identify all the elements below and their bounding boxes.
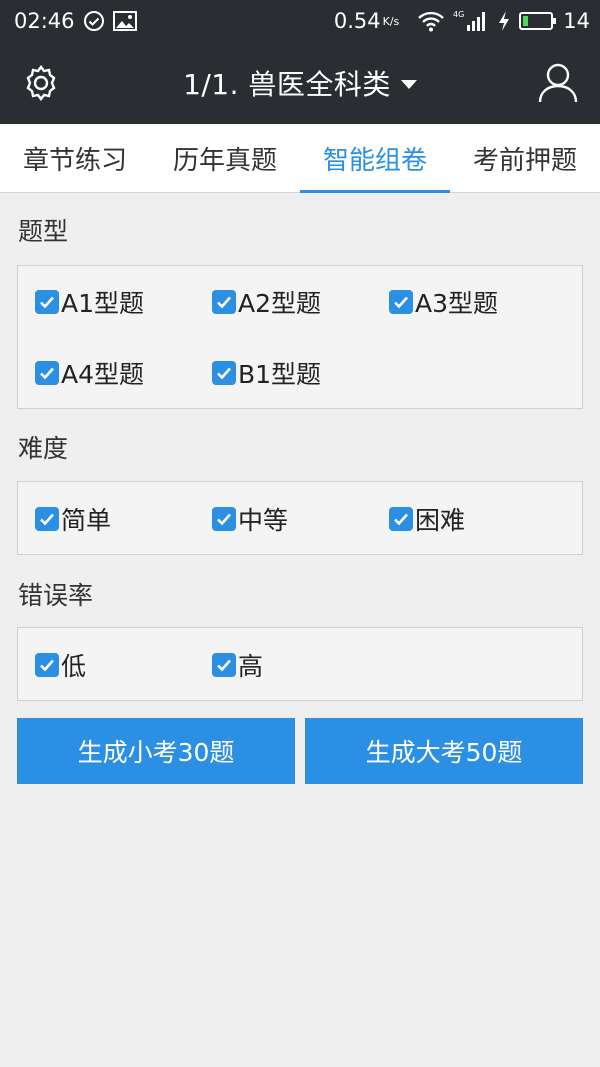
subject-selector[interactable]: 1/1. 兽医全科类 xyxy=(0,42,600,124)
section-title-difficulty: 难度 xyxy=(18,434,69,463)
checkbox-easy[interactable]: 简单 xyxy=(35,501,111,537)
checkbox-checked-icon xyxy=(35,290,59,314)
lightning-icon xyxy=(497,10,511,32)
status-speed: 0.54 xyxy=(333,9,381,33)
status-right: 0.54 K/s 4G 14 xyxy=(334,9,590,33)
status-time: 02:46 xyxy=(14,9,75,33)
error-rate-box: 低 高 xyxy=(17,627,583,701)
status-speed-unit: K/s xyxy=(382,14,400,28)
wifi-icon xyxy=(417,10,445,32)
checkbox-label: A3型题 xyxy=(415,289,499,318)
checkbox-checked-icon xyxy=(212,290,236,314)
checkbox-checked-icon xyxy=(389,507,413,531)
checkbox-b1[interactable]: B1型题 xyxy=(212,355,321,391)
checkbox-a4[interactable]: A4型题 xyxy=(35,355,144,391)
checkbox-checked-icon xyxy=(389,290,413,314)
checkbox-checked-icon xyxy=(212,507,236,531)
section-title-question-type: 题型 xyxy=(18,217,69,246)
checkbox-label: B1型题 xyxy=(238,360,322,389)
image-icon xyxy=(112,11,137,31)
battery-icon xyxy=(519,11,557,31)
checkbox-checked-icon xyxy=(212,653,236,677)
network-label: 4G xyxy=(453,10,464,19)
checkbox-label: A4型题 xyxy=(61,360,145,389)
question-type-box: A1型题 A2型题 A3型题 A4型题 B1型题 xyxy=(17,265,583,409)
tab-smart-paper[interactable]: 智能组卷 xyxy=(300,124,450,193)
checkbox-checked-icon xyxy=(35,653,59,677)
checkbox-medium[interactable]: 中等 xyxy=(212,501,288,537)
checkbox-label: A2型题 xyxy=(238,289,322,318)
checkbox-a3[interactable]: A3型题 xyxy=(389,284,498,320)
section-title-error-rate: 错误率 xyxy=(18,581,94,610)
checkbox-a2[interactable]: A2型题 xyxy=(212,284,321,320)
generate-small-exam-button[interactable]: 生成小考30题 xyxy=(17,718,295,784)
generate-big-exam-button[interactable]: 生成大考50题 xyxy=(305,718,583,784)
app-bar: 1/1. 兽医全科类 xyxy=(0,42,600,124)
checkbox-label: 简单 xyxy=(61,506,112,535)
checkbox-label: 低 xyxy=(61,652,87,681)
checkbox-label: 困难 xyxy=(415,506,466,535)
tab-chapter-practice[interactable]: 章节练习 xyxy=(0,124,150,192)
checkbox-high[interactable]: 高 xyxy=(212,647,263,683)
difficulty-box: 简单 中等 困难 xyxy=(17,481,583,555)
tab-predicted-questions[interactable]: 考前押题 xyxy=(450,124,600,192)
checkbox-checked-icon xyxy=(35,507,59,531)
checkbox-checked-icon xyxy=(212,361,236,385)
tab-bar: 章节练习 历年真题 智能组卷 考前押题 xyxy=(0,124,600,193)
checkbox-checked-icon xyxy=(35,361,59,385)
page-title: 1/1. 兽医全科类 xyxy=(183,68,391,101)
checkbox-hard[interactable]: 困难 xyxy=(389,501,465,537)
checkbox-label: 高 xyxy=(238,652,264,681)
check-circle-icon xyxy=(83,10,105,32)
caret-down-icon xyxy=(400,79,417,89)
checkbox-low[interactable]: 低 xyxy=(35,647,86,683)
status-bar: 02:46 0.54 K/s 4G 14 xyxy=(0,0,600,42)
user-icon xyxy=(538,63,578,103)
checkbox-a1[interactable]: A1型题 xyxy=(35,284,144,320)
signal-icon: 4G xyxy=(453,9,489,33)
tab-past-exams[interactable]: 历年真题 xyxy=(150,124,300,192)
battery-level: 14 xyxy=(563,9,590,33)
checkbox-label: A1型题 xyxy=(61,289,145,318)
checkbox-label: 中等 xyxy=(238,506,289,535)
user-button[interactable] xyxy=(538,62,578,104)
